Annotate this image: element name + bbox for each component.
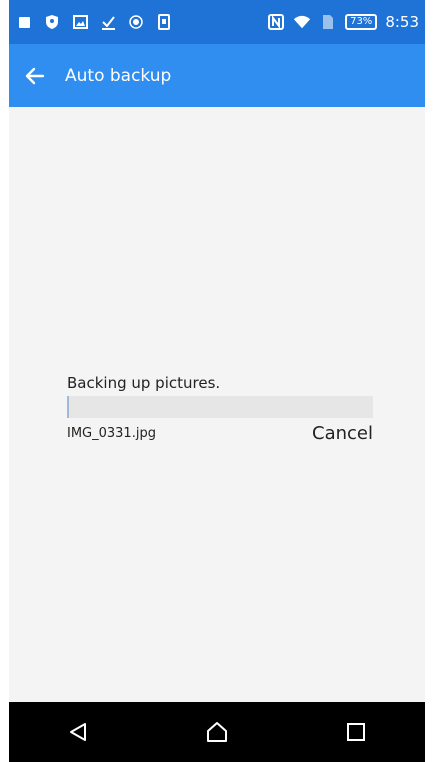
- current-file-name: IMG_0331.jpg: [67, 426, 156, 441]
- nav-home-button[interactable]: [187, 702, 247, 762]
- arrow-left-icon: [25, 67, 45, 84]
- backup-progress-dialog: Backing up pictures. IMG_0331.jpg Cancel: [67, 372, 373, 444]
- status-bar: 73% 8:53: [9, 0, 425, 44]
- page-title: Auto backup: [65, 65, 172, 86]
- status-time: 8:53: [385, 13, 419, 31]
- status-right: 73% 8:53: [267, 13, 419, 31]
- battery-percent: 73%: [350, 16, 373, 27]
- back-button[interactable]: [13, 54, 57, 98]
- screen: 73% 8:53 Auto backup Backing up pictures…: [9, 0, 425, 762]
- progress-bar: [67, 396, 373, 418]
- nav-recents-button[interactable]: [326, 702, 386, 762]
- nav-back-button[interactable]: [48, 702, 108, 762]
- square-notification-icon: [15, 13, 33, 31]
- progress-details: IMG_0331.jpg Cancel: [67, 423, 373, 444]
- wifi-icon: [293, 13, 311, 31]
- cancel-button[interactable]: Cancel: [312, 423, 373, 444]
- home-icon: [206, 722, 227, 742]
- back-triangle-icon: [70, 723, 87, 741]
- navigation-bar: [9, 702, 425, 762]
- sim-icon: [319, 13, 337, 31]
- download-check-icon: [99, 13, 117, 31]
- status-left: [15, 13, 173, 31]
- record-icon: [127, 13, 145, 31]
- phone-icon: [155, 13, 173, 31]
- shield-icon: [43, 13, 61, 31]
- recents-icon: [346, 723, 365, 741]
- image-icon: [71, 13, 89, 31]
- app-bar: Auto backup: [9, 44, 425, 107]
- progress-message: Backing up pictures.: [67, 374, 221, 392]
- battery-icon: 73%: [345, 14, 378, 30]
- progress-bar-fill: [67, 396, 69, 418]
- nfc-icon: [267, 13, 285, 31]
